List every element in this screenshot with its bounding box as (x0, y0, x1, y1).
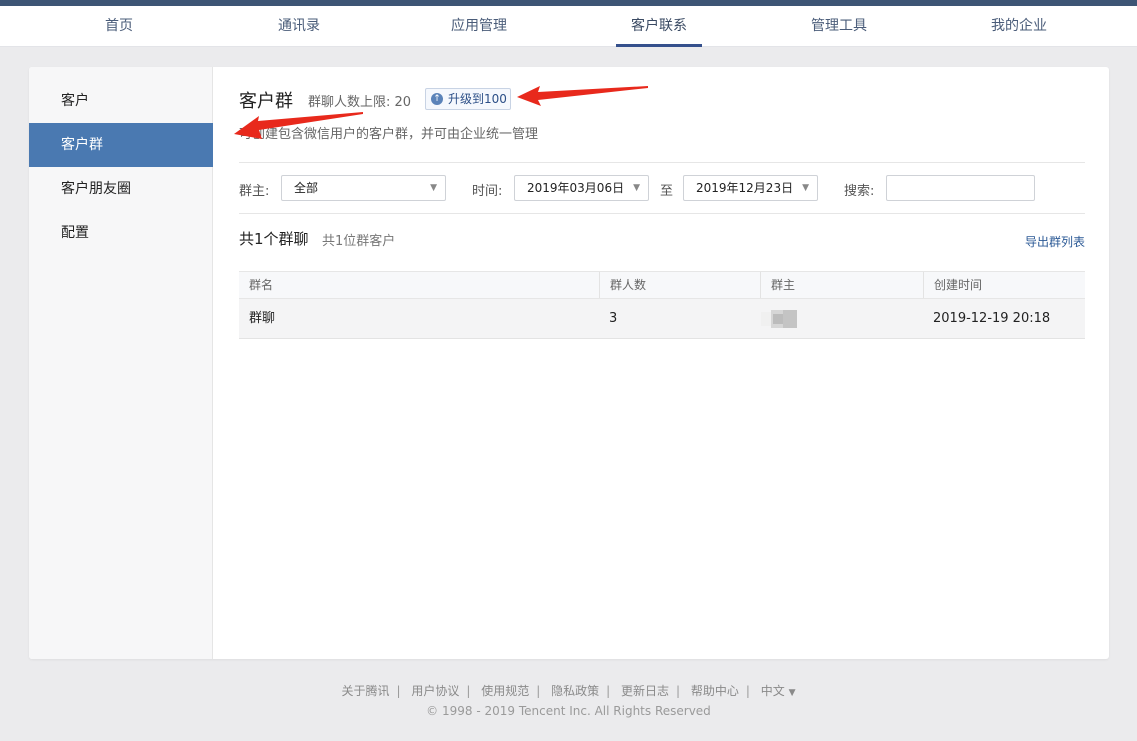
sidebar-item-moments[interactable]: 客户朋友圈 (29, 167, 213, 211)
sidebar: 客户 客户群 客户朋友圈 配置 (29, 67, 213, 659)
footer-link-help[interactable]: 帮助中心 (691, 682, 739, 699)
start-date-picker[interactable]: 2019年03月06日 ▼ (514, 175, 649, 201)
main-panel: 客户群 群聊人数上限: 20 ↑ 升级到100 可创建包含微信用户的客户群，并可… (239, 67, 1085, 659)
footer-link-about[interactable]: 关于腾讯 (341, 682, 389, 699)
dropdown-caret-icon: ▼ (633, 183, 640, 193)
end-date-picker[interactable]: 2019年12月23日 ▼ (683, 175, 818, 201)
divider (239, 162, 1085, 163)
top-navigation: 首页 通讯录 应用管理 客户联系 管理工具 我的企业 (0, 6, 1137, 47)
sidebar-item-customers[interactable]: 客户 (29, 79, 213, 123)
search-input[interactable] (886, 175, 1035, 201)
nav-app-management[interactable]: 应用管理 (389, 6, 569, 47)
footer-link-agreement[interactable]: 用户协议 (411, 682, 459, 699)
date-range-to-label: 至 (660, 184, 674, 199)
group-limit-text: 群聊人数上限: 20 (308, 95, 412, 110)
table-row[interactable]: 群聊 3 2019-12-19 20:18 (239, 299, 1085, 339)
cell-created-time: 2019-12-19 20:18 (933, 311, 1051, 326)
export-group-list-link[interactable]: 导出群列表 (1025, 233, 1085, 250)
upgrade-button[interactable]: ↑ 升级到100 (425, 88, 511, 110)
table-header: 群名 群人数 群主 创建时间 (239, 271, 1085, 299)
footer-links: 关于腾讯 | 用户协议 | 使用规范 | 隐私政策 | 更新日志 | 帮助中心 | 中文 ▼ (341, 682, 796, 699)
nav-my-enterprise[interactable]: 我的企业 (929, 6, 1109, 47)
sidebar-item-customer-groups[interactable]: 客户群 (29, 123, 213, 167)
copyright: © 1998 - 2019 Tencent Inc. All Rights Re… (426, 704, 711, 718)
sidebar-item-config[interactable]: 配置 (29, 211, 213, 255)
owner-select-value: 全部 (294, 181, 319, 195)
cell-member-count: 3 (609, 311, 618, 326)
upgrade-arrow-icon: ↑ (431, 93, 443, 105)
end-date-value: 2019年12月23日 (696, 181, 794, 195)
time-filter-label: 时间: (472, 184, 503, 199)
start-date-value: 2019年03月06日 (527, 181, 625, 195)
page-title: 客户群 (239, 91, 293, 112)
language-selector[interactable]: 中文 ▼ (761, 682, 796, 699)
footer-link-usage-rules[interactable]: 使用规范 (481, 682, 529, 699)
dropdown-caret-icon: ▼ (788, 688, 796, 698)
owner-filter-label: 群主: (239, 184, 270, 199)
customer-count: 共1位群客户 (322, 234, 396, 249)
column-header-members: 群人数 (599, 272, 760, 298)
content-card: 客户 客户群 客户朋友圈 配置 客户群 群聊人数上限: 20 ↑ 升级到100 … (29, 67, 1109, 659)
group-table: 群名 群人数 群主 创建时间 群聊 3 2019-12-19 20:18 (239, 271, 1085, 339)
nav-management-tools[interactable]: 管理工具 (749, 6, 929, 47)
column-header-created: 创建时间 (923, 272, 1085, 298)
column-header-name: 群名 (249, 278, 274, 292)
divider (239, 213, 1085, 214)
nav-customer-contact[interactable]: 客户联系 (569, 6, 749, 47)
upgrade-label: 升级到100 (448, 92, 507, 106)
nav-contacts[interactable]: 通讯录 (209, 6, 389, 47)
column-header-owner: 群主 (760, 272, 923, 298)
footer-link-changelog[interactable]: 更新日志 (621, 682, 669, 699)
group-count: 共1个群聊 (239, 230, 309, 248)
dropdown-caret-icon: ▼ (802, 183, 809, 193)
cell-group-name: 群聊 (249, 311, 276, 326)
footer-link-privacy[interactable]: 隐私政策 (551, 682, 599, 699)
language-label: 中文 (760, 684, 785, 698)
dropdown-caret-icon: ▼ (430, 183, 437, 193)
search-label: 搜索: (844, 184, 875, 199)
page-description: 可创建包含微信用户的客户群，并可由企业统一管理 (239, 127, 539, 142)
nav-home[interactable]: 首页 (29, 6, 209, 47)
owner-avatar (761, 310, 797, 328)
owner-select[interactable]: 全部 ▼ (281, 175, 446, 201)
